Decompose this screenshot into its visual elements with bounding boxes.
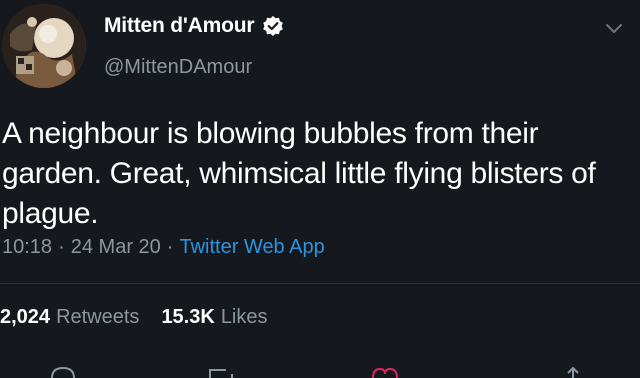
author-name-row[interactable]: Mitten d'Amour — [104, 14, 284, 38]
action-bar — [0, 366, 640, 378]
tweet-date[interactable]: 24 Mar 20 — [71, 236, 161, 258]
tweet-text: A neighbour is blowing bubbles from thei… — [2, 117, 596, 230]
likes-label: Likes — [220, 306, 268, 328]
tweet-time[interactable]: 10:18 — [2, 236, 52, 258]
tweet-source-link[interactable]: Twitter Web App — [179, 236, 324, 258]
retweet-icon[interactable] — [206, 366, 236, 378]
tweet-meta: 10:18 · 24 Mar 20 · Twitter Web App — [2, 236, 325, 259]
meta-separator: · — [58, 236, 65, 258]
retweets-stat[interactable]: 2,024 Retweets — [0, 306, 139, 328]
like-icon[interactable] — [370, 366, 400, 378]
display-name[interactable]: Mitten d'Amour — [104, 14, 255, 38]
retweets-count: 2,024 — [0, 306, 51, 328]
tweet-card: Mitten d'Amour @MittenDAmour A neighbour… — [0, 0, 640, 378]
share-icon[interactable] — [562, 366, 584, 378]
reply-icon[interactable] — [50, 366, 76, 378]
avatar-image — [2, 4, 86, 88]
meta-separator: · — [166, 236, 174, 258]
divider — [0, 283, 640, 284]
avatar[interactable] — [2, 4, 86, 88]
verified-badge-icon — [262, 15, 284, 37]
chevron-down-icon[interactable] — [604, 22, 624, 36]
user-handle[interactable]: @MittenDAmour — [104, 56, 252, 79]
likes-stat[interactable]: 15.3K Likes — [161, 306, 267, 328]
engagement-stats: 2,024 Retweets 15.3K Likes — [0, 306, 268, 329]
retweets-label: Retweets — [56, 306, 140, 328]
likes-count: 15.3K — [161, 306, 215, 328]
